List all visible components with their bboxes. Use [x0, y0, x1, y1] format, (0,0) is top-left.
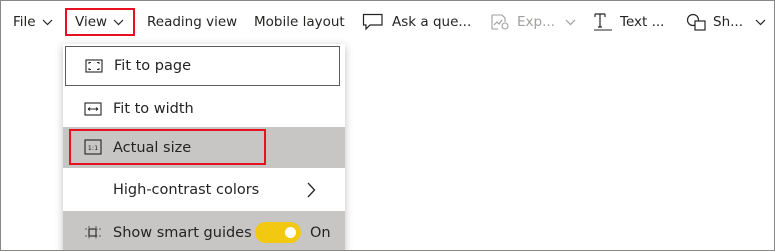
app-window: File View Reading view Mobile layout Ask… [0, 0, 775, 251]
reading-view-label: Reading view [147, 14, 238, 30]
shapes-label: Sh... [713, 14, 743, 30]
mobile-layout-button[interactable]: Mobile layout [254, 10, 345, 34]
menu-item-label: Show smart guides [113, 224, 252, 241]
view-dropdown-menu: Fit to page Fit to width 1:1 Actual size [63, 44, 345, 250]
fit-to-page-icon [85, 58, 103, 74]
export-label: Exp... [517, 14, 555, 30]
chevron-down-icon [755, 19, 766, 25]
chevron-down-icon [42, 19, 53, 25]
text-box-icon [594, 13, 612, 31]
ask-question-label: Ask a que... [392, 14, 472, 30]
export-icon [491, 14, 509, 30]
text-box-button[interactable]: Text ... [593, 10, 664, 34]
menu-item-fit-to-page[interactable]: Fit to page [65, 46, 340, 86]
ask-question-button[interactable]: Ask a que... [362, 10, 471, 34]
smart-guides-icon [84, 225, 102, 241]
view-highlight-box [65, 8, 135, 36]
chevron-right-icon [307, 182, 316, 198]
toolbar: File View Reading view Mobile layout Ask… [1, 1, 774, 43]
smart-guides-toggle[interactable] [255, 222, 301, 243]
menu-item-show-smart-guides[interactable]: Show smart guides On [63, 211, 345, 250]
actual-size-highlight-box [69, 129, 266, 165]
menu-item-high-contrast-colors[interactable]: High-contrast colors [63, 170, 345, 210]
menu-item-label: Fit to page [114, 58, 191, 74]
text-box-label: Text ... [620, 14, 665, 30]
menu-item-fit-to-width[interactable]: Fit to width [63, 89, 345, 129]
file-menu-label: File [13, 14, 36, 30]
speech-bubble-icon [362, 13, 383, 31]
toggle-knob [285, 227, 296, 238]
menu-item-actual-size[interactable]: 1:1 Actual size [63, 127, 345, 168]
menu-item-label: High-contrast colors [113, 182, 260, 198]
mobile-layout-label: Mobile layout [254, 14, 345, 30]
file-menu-button[interactable]: File [13, 10, 53, 34]
export-button[interactable]: Exp... [489, 10, 576, 34]
toggle-state-label: On [310, 224, 331, 241]
shapes-icon [686, 13, 706, 31]
chevron-down-icon [565, 19, 576, 25]
reading-view-button[interactable]: Reading view [147, 10, 237, 34]
fit-to-width-icon [84, 101, 102, 117]
menu-item-label: Fit to width [113, 101, 194, 117]
shapes-button[interactable]: Sh... [686, 10, 766, 34]
